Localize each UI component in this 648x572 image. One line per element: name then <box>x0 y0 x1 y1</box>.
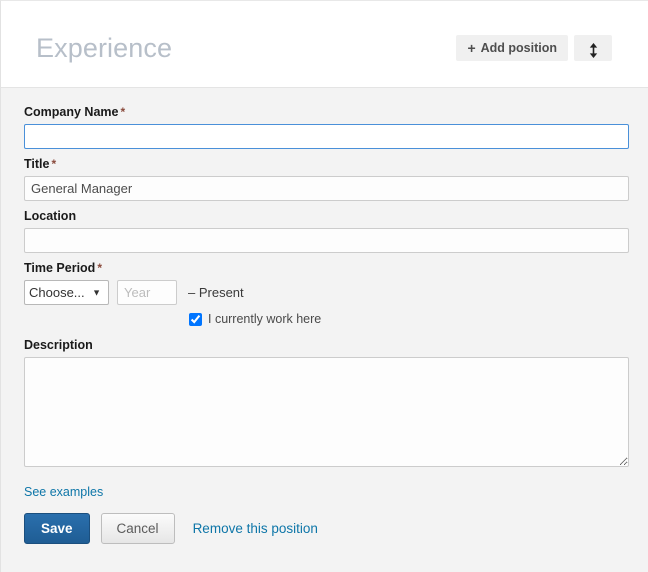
time-period-label-text: Time Period <box>24 261 96 275</box>
start-month-select-wrap: Choose... ▼ <box>24 280 109 305</box>
add-position-label: Add position <box>480 41 557 55</box>
location-input[interactable] <box>24 228 629 253</box>
location-field-group: Location <box>24 209 629 253</box>
see-examples-link[interactable]: See examples <box>24 485 103 499</box>
title-input[interactable] <box>24 176 629 201</box>
description-label: Description <box>24 338 628 353</box>
company-name-label: Company Name * <box>24 105 628 120</box>
currently-work-here-checkbox[interactable] <box>189 312 202 326</box>
plus-icon: + <box>467 39 476 56</box>
title-field-group: Title * <box>24 157 629 201</box>
module-header: Experience + Add position <box>1 1 648 88</box>
location-label: Location <box>24 209 628 224</box>
company-name-field-group: Company Name * <box>24 105 629 149</box>
company-name-required-marker: * <box>120 105 126 119</box>
location-label-text: Location <box>24 209 77 223</box>
start-year-input[interactable] <box>117 280 177 305</box>
description-label-text: Description <box>24 338 93 352</box>
up-down-arrow-icon <box>589 41 598 58</box>
time-period-row: Choose... ▼ – Present <box>24 280 628 305</box>
header-actions: + Add position <box>456 35 612 61</box>
cancel-button[interactable]: Cancel <box>100 513 175 544</box>
remove-position-link[interactable]: Remove this position <box>193 521 318 536</box>
title-label-text: Title <box>24 157 50 171</box>
experience-module: Experience + Add position Company Name *… <box>0 0 648 572</box>
reorder-positions-button[interactable] <box>574 35 612 61</box>
time-period-required-marker: * <box>97 261 102 275</box>
save-button[interactable]: Save <box>24 513 90 544</box>
module-body: Company Name* Title* Location Time Perio… <box>1 88 648 572</box>
start-month-select[interactable]: Choose... <box>24 280 109 305</box>
add-position-button[interactable]: + Add position <box>456 35 568 61</box>
title-required-marker: * <box>51 157 57 171</box>
page-title: Experience <box>36 33 173 63</box>
currently-work-here-row: I currently work here <box>189 312 628 326</box>
title-label: Title * <box>24 157 628 172</box>
time-period-label: Time Period * <box>24 261 628 276</box>
description-field-group: Description <box>24 338 629 467</box>
company-name-input[interactable] <box>24 124 629 149</box>
currently-work-here-label[interactable]: I currently work here <box>208 312 321 326</box>
company-name-label-text: Company Name <box>24 105 119 119</box>
time-period-field-group: Time Period* Choose... ▼ – Present I cur… <box>24 261 628 326</box>
description-textarea[interactable] <box>24 357 629 467</box>
present-text: – Present <box>188 285 244 300</box>
form-actions: Save Cancel Remove this position <box>24 513 628 544</box>
